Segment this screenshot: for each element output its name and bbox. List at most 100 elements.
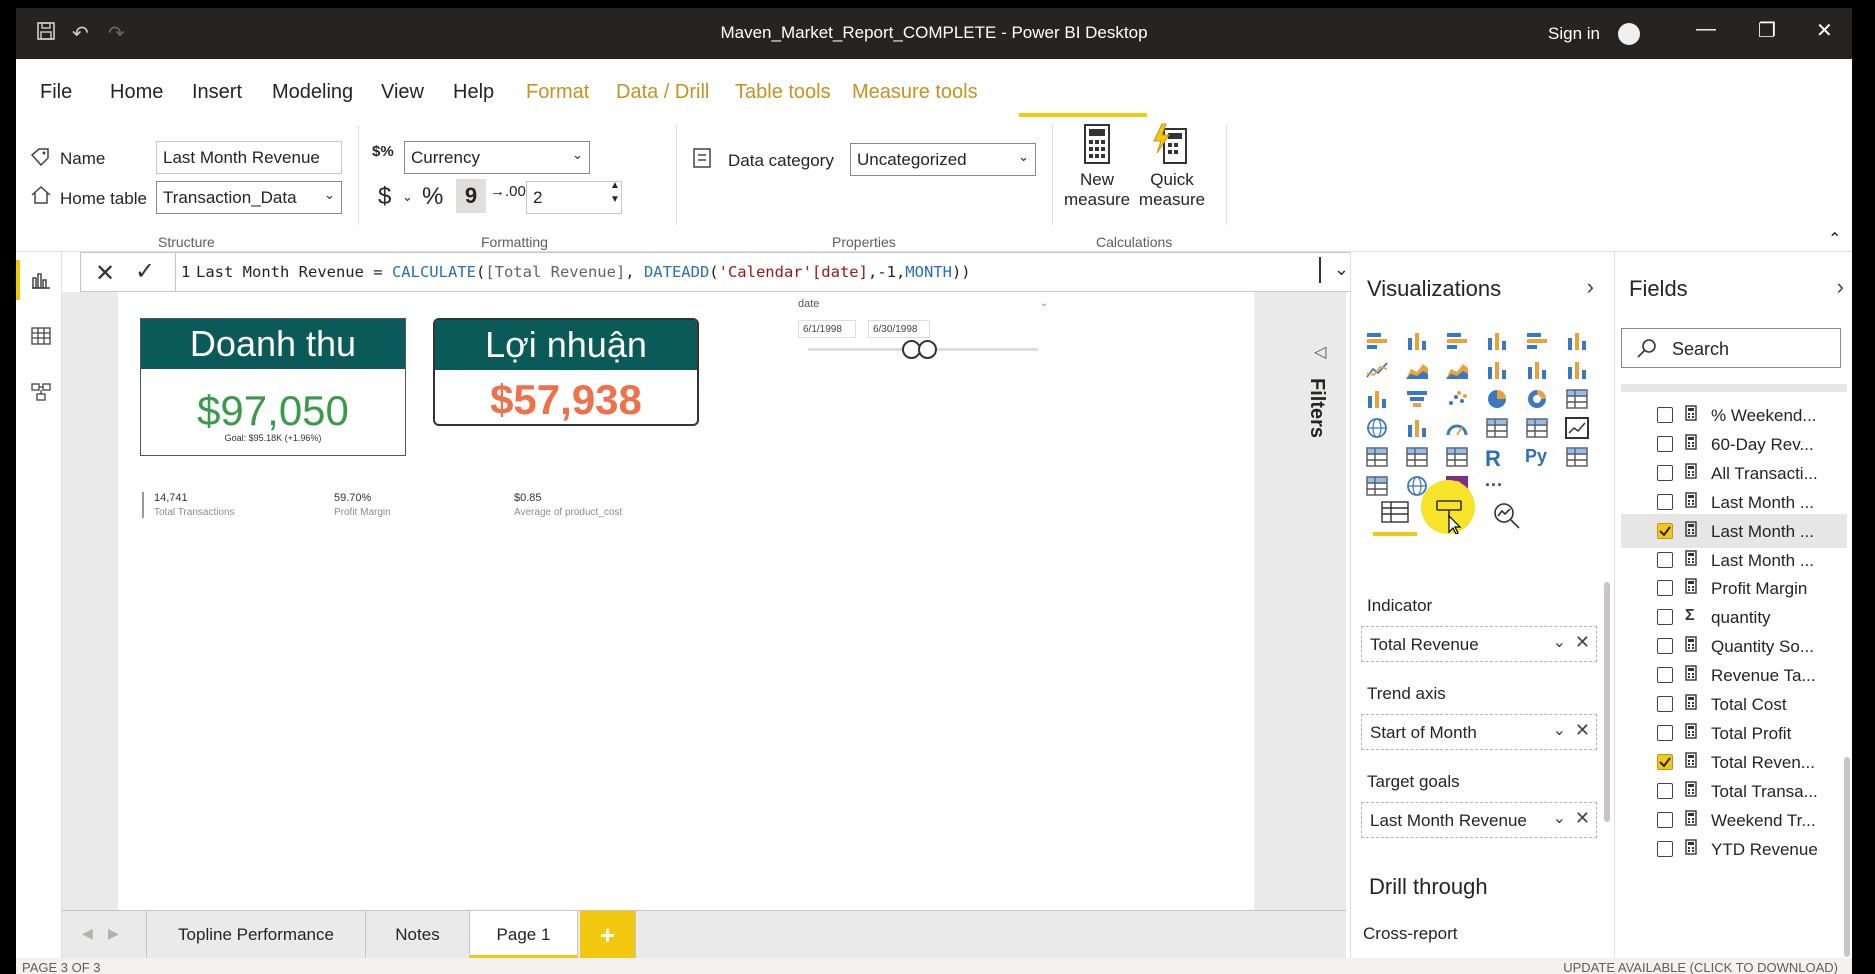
- tab-view[interactable]: View: [381, 81, 424, 104]
- chevron-down-icon[interactable]: ⌄: [402, 189, 413, 205]
- tab-format[interactable]: Format: [526, 81, 589, 104]
- chevron-down-icon[interactable]: ⌄: [1040, 298, 1048, 309]
- more-visuals-icon[interactable]: ···: [1485, 475, 1509, 497]
- avatar[interactable]: [1618, 23, 1640, 45]
- donut-icon[interactable]: [1525, 388, 1549, 410]
- tab-table-tools[interactable]: Table tools: [735, 81, 831, 104]
- waterfall-icon[interactable]: [1365, 388, 1389, 410]
- field-checkbox[interactable]: [1657, 667, 1673, 684]
- 100-bar-icon[interactable]: [1525, 330, 1549, 352]
- comma-button[interactable]: 9: [456, 179, 486, 213]
- treemap-icon[interactable]: [1565, 388, 1589, 410]
- field-checkbox[interactable]: [1657, 435, 1673, 452]
- scatter-icon[interactable]: [1445, 388, 1469, 410]
- scrollbar[interactable]: [1604, 582, 1610, 822]
- add-page-button[interactable]: +: [580, 911, 636, 959]
- stacked-column-icon[interactable]: [1405, 330, 1429, 352]
- card-icon[interactable]: [1485, 417, 1509, 439]
- percent-button[interactable]: %: [422, 183, 443, 211]
- clustered-column-icon[interactable]: [1485, 330, 1509, 352]
- field-checkbox[interactable]: [1657, 551, 1673, 568]
- restore-icon[interactable]: ❐: [1758, 18, 1776, 43]
- remove-icon[interactable]: ✕: [1575, 720, 1590, 741]
- chevron-right-icon[interactable]: ›: [1587, 274, 1594, 300]
- field-checkbox[interactable]: [1657, 811, 1673, 828]
- tab-topline-performance[interactable]: Topline Performance: [146, 911, 366, 959]
- new-measure-button[interactable]: New measure: [1064, 123, 1130, 210]
- stepper-icon[interactable]: ▲ ▼: [610, 179, 620, 207]
- kpi-total-transactions[interactable]: 14,741 Total Transactions: [142, 492, 235, 518]
- formula-bar[interactable]: ✕ ✓ 1 Last Month Revenue = CALCULATE([To…: [80, 252, 1358, 292]
- filters-pane-collapsed[interactable]: ◁ Filters: [1306, 318, 1346, 618]
- home-table-select[interactable]: Transaction_Data ⌄: [156, 181, 342, 214]
- revenue-kpi-card[interactable]: Doanh thu $97,050 Goal: $95.18K (+1.96%): [140, 318, 406, 456]
- field-checkbox[interactable]: [1657, 840, 1673, 857]
- data-view-icon[interactable]: [31, 326, 51, 346]
- slicer-end-input[interactable]: 6/30/1998: [868, 320, 930, 338]
- formula-text[interactable]: Last Month Revenue = CALCULATE([Total Re…: [196, 263, 971, 281]
- format-paint-icon[interactable]: [1435, 498, 1465, 539]
- slicer-start-input[interactable]: 6/1/1998: [798, 320, 856, 338]
- line-column-icon[interactable]: [1485, 359, 1509, 381]
- analytics-icon[interactable]: [1491, 500, 1523, 535]
- date-slicer[interactable]: date ⌄ 6/1/1998 6/30/1998: [798, 298, 1048, 368]
- field-checkbox[interactable]: [1657, 724, 1673, 741]
- field-checkbox[interactable]: [1657, 580, 1673, 597]
- cancel-formula-icon[interactable]: ✕: [95, 259, 115, 288]
- field-checkbox[interactable]: [1657, 464, 1673, 481]
- area-chart-icon[interactable]: [1405, 359, 1429, 381]
- decimal-places-input[interactable]: 2: [526, 181, 622, 214]
- scrollbar-handle[interactable]: [1319, 257, 1321, 283]
- commit-formula-icon[interactable]: ✓: [135, 257, 155, 286]
- target-goals-well[interactable]: Last Month Revenue ⌄ ✕: [1361, 802, 1597, 838]
- filter-icon[interactable]: ◁: [1314, 342, 1326, 362]
- kpi-average-product-cost[interactable]: $0.85 Average of product_cost: [514, 492, 622, 518]
- minimize-icon[interactable]: —: [1696, 18, 1716, 41]
- fields-search[interactable]: Search: [1621, 328, 1841, 368]
- scrollbar[interactable]: [1844, 757, 1850, 957]
- tab-help[interactable]: Help: [453, 81, 494, 104]
- tab-notes[interactable]: Notes: [366, 911, 470, 959]
- chevron-down-icon[interactable]: ⌄: [1553, 808, 1566, 828]
- qna-icon[interactable]: [1365, 475, 1389, 497]
- funnel-icon[interactable]: [1405, 388, 1429, 410]
- field-item[interactable]: YTD Revenue: [1621, 832, 1847, 866]
- python-visual-icon[interactable]: Py: [1525, 446, 1549, 468]
- clustered-bar-icon[interactable]: [1445, 330, 1469, 352]
- currency-button[interactable]: $: [378, 183, 391, 211]
- chevron-down-icon[interactable]: ⌄: [1553, 720, 1566, 740]
- next-page-icon[interactable]: ▶: [108, 925, 119, 942]
- remove-icon[interactable]: ✕: [1575, 632, 1590, 653]
- collapse-ribbon-icon[interactable]: ⌃: [1828, 229, 1841, 249]
- tab-page-1[interactable]: Page 1: [470, 911, 578, 959]
- report-canvas[interactable]: Doanh thu $97,050 Goal: $95.18K (+1.96%)…: [118, 292, 1254, 910]
- sign-in-link[interactable]: Sign in: [1548, 24, 1600, 44]
- filled-map-icon[interactable]: [1405, 417, 1429, 439]
- format-select[interactable]: Currency ⌄: [404, 141, 590, 174]
- field-checkbox[interactable]: [1657, 522, 1673, 539]
- ribbon-chart-icon[interactable]: [1565, 359, 1589, 381]
- key-influencers-icon[interactable]: [1565, 446, 1589, 468]
- r-visual-icon[interactable]: R: [1485, 446, 1509, 471]
- field-checkbox[interactable]: [1657, 782, 1673, 799]
- model-view-icon[interactable]: [31, 382, 51, 402]
- field-checkbox[interactable]: [1657, 638, 1673, 655]
- field-checkbox[interactable]: [1657, 493, 1673, 510]
- tab-data-drill[interactable]: Data / Drill: [616, 81, 709, 104]
- chevron-right-icon[interactable]: ›: [1837, 274, 1844, 300]
- tab-modeling[interactable]: Modeling: [272, 81, 353, 104]
- expand-formula-icon[interactable]: ⌄: [1334, 259, 1349, 280]
- matrix-icon[interactable]: [1445, 446, 1469, 468]
- stacked-area-icon[interactable]: [1445, 359, 1469, 381]
- tab-measure-tools[interactable]: Measure tools: [852, 81, 978, 104]
- table-icon[interactable]: [1405, 446, 1429, 468]
- line-clustered-icon[interactable]: [1525, 359, 1549, 381]
- field-checkbox[interactable]: [1657, 407, 1673, 423]
- slicer-handle-end[interactable]: [918, 340, 937, 359]
- field-checkbox[interactable]: [1657, 753, 1673, 770]
- tab-file[interactable]: File: [40, 81, 72, 104]
- prev-page-icon[interactable]: ◀: [82, 925, 93, 942]
- remove-icon[interactable]: ✕: [1575, 808, 1590, 829]
- indicator-well[interactable]: Total Revenue ⌄ ✕: [1361, 626, 1597, 662]
- report-view-icon[interactable]: [31, 270, 51, 290]
